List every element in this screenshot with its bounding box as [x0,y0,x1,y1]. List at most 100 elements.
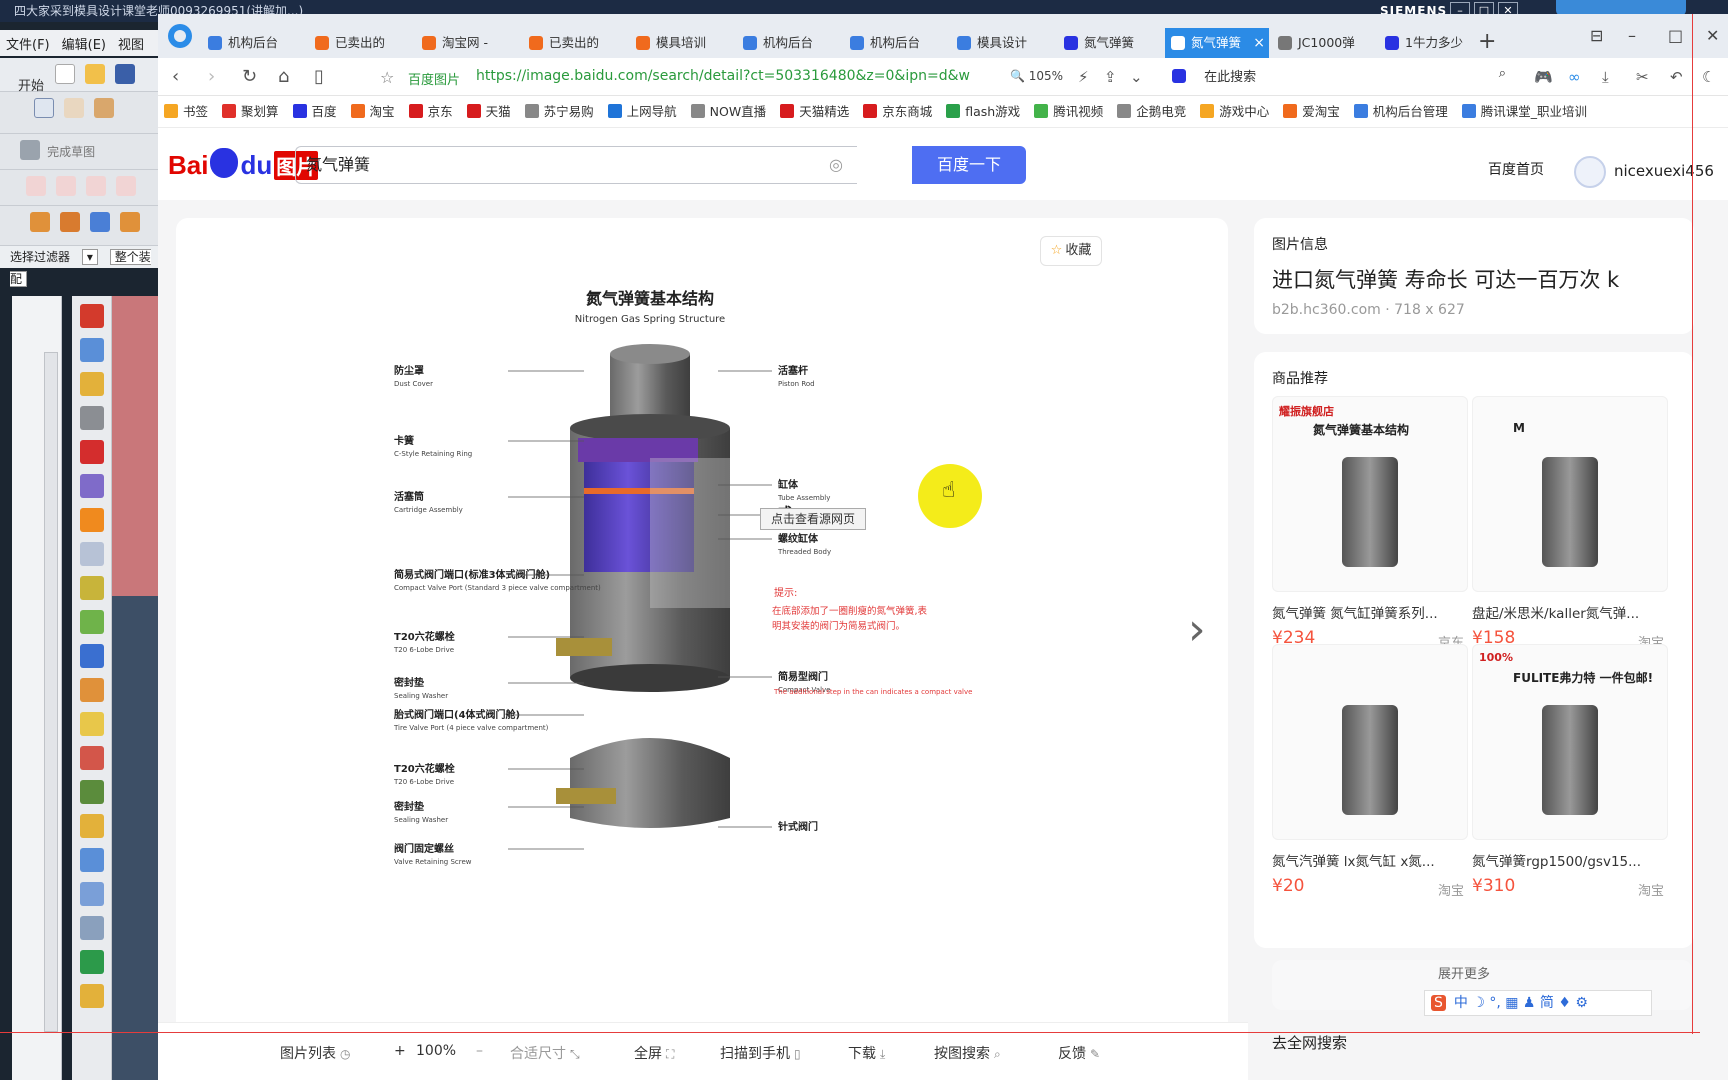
fullscreen-button[interactable]: 全屏 ⛶ [634,1043,674,1063]
bookmark-3[interactable]: 淘宝 [345,96,403,127]
ime-simplified[interactable]: 简 [1540,995,1554,1011]
navigator-scrollbar[interactable] [44,352,58,1032]
bookmark-10[interactable]: 京东商城 [857,96,940,127]
bookmark-16[interactable]: 机构后台管理 [1348,96,1456,127]
purple-cube-icon[interactable] [79,474,104,498]
tab-4[interactable]: 模具培训 [630,28,734,58]
download-button[interactable]: 下载 ⤓ [848,1043,885,1063]
collect-button[interactable]: ☆ 收藏 [1040,236,1102,266]
product-image[interactable]: 耀振旗舰店 氮气弹簧基本结构 [1272,396,1468,592]
search-input[interactable]: 氮气弹簧 ◎ [295,146,857,184]
bookmark-4[interactable]: 京东 [403,96,461,127]
fit-size-button[interactable]: 合适尺寸 ⤡ [510,1043,580,1063]
forward-icon[interactable]: › [208,66,215,87]
open-folder-icon[interactable] [85,64,106,84]
finish-sketch-label[interactable]: 完成草图 [47,145,95,159]
image-meta[interactable]: b2b.hc360.com · 718 x 627 [1272,302,1676,318]
tab-0[interactable]: 机构后台 [202,28,306,58]
all-web-search-link[interactable]: 去全网搜索 [1272,1032,1347,1053]
crosshair-icon[interactable] [79,950,104,974]
orange-flag-icon[interactable] [79,508,104,532]
image-title[interactable]: 进口氮气弹簧 寿命长 可达一百万次 k [1272,264,1676,294]
next-image-icon[interactable]: › [1188,604,1206,655]
refresh-icon[interactable]: ↻ [242,66,257,87]
chart-icon[interactable] [79,984,104,1008]
red-cube-icon[interactable] [79,440,104,464]
home-icon[interactable]: ⌂ [278,66,289,87]
bookmark-13[interactable]: 企鹅电竞 [1111,96,1194,127]
bookmark-6[interactable]: 苏宁易购 [519,96,602,127]
restore-icon[interactable]: ⊟ [1590,26,1603,45]
folder-icon[interactable] [79,712,104,736]
back-icon[interactable]: ‹ [172,66,179,87]
measure-icon[interactable] [79,644,104,668]
minimize-icon[interactable]: – [1628,26,1636,45]
tab-8[interactable]: 氮气弹簧 [1058,28,1162,58]
image-list-button[interactable]: 图片列表 ◷ [280,1043,350,1063]
pencil-tool-icon[interactable] [94,98,115,118]
camera-icon[interactable]: ◎ [829,147,843,183]
browser-search-box[interactable]: 在此搜索 ⌕ [1172,66,1512,88]
parts-icon[interactable] [79,848,104,872]
bookmark-17[interactable]: 腾讯课堂_职业培训 [1456,96,1595,127]
avatar[interactable] [1574,156,1606,188]
username[interactable]: nicexuexi456 [1614,162,1714,180]
scan-to-phone-button[interactable]: 扫描到手机 ▯ [720,1043,801,1063]
chevron-down-icon[interactable]: ▾ [81,249,98,265]
line-tool-icon[interactable] [26,176,46,196]
bookmark-11[interactable]: flash游戏 [940,96,1028,127]
cube-icon[interactable] [90,212,111,232]
zoom-in-icon[interactable]: + [394,1043,406,1059]
tab-11[interactable]: 1牛力多少 [1379,28,1483,58]
product-name[interactable]: 氮气弹簧rgp1500/gsv15... [1472,850,1672,870]
curve-icon[interactable] [79,610,104,634]
close-icon[interactable]: ✕ [1706,26,1719,45]
assembly-icon[interactable] [79,338,104,362]
tab-1[interactable]: 已卖出的 [309,28,413,58]
reader-icon[interactable]: ▯ [314,66,324,87]
part-icon[interactable] [79,304,104,328]
share-icon[interactable]: ⇪ [1104,68,1117,86]
product-card[interactable]: 100% FULITE弗力特 一件包邮! 氮气弹簧rgp1500/gsv15... ¥… [1472,644,1672,899]
url-input[interactable]: https://image.baidu.com/search/detail?ct… [476,68,996,84]
bookmark-12[interactable]: 腾讯视频 [1028,96,1111,127]
plane-tool-icon[interactable] [64,98,85,118]
section-icon[interactable] [79,746,104,770]
slash-tool-icon[interactable] [86,176,107,196]
bookmark-1[interactable]: 聚划算 [216,96,287,127]
mold-icon[interactable] [79,780,104,804]
zoom-level[interactable]: 🔍 105% [1010,69,1063,83]
tab-6[interactable]: 机构后台 [844,28,948,58]
game-icon[interactable]: 🎮 [1534,68,1553,86]
night-mode-icon[interactable]: ☾ [1702,68,1715,86]
start-menu[interactable]: 开始 [0,67,48,94]
close-tab-icon[interactable]: × [1253,28,1265,58]
reuse-icon[interactable] [79,372,104,396]
search-button[interactable]: 百度一下 [912,146,1026,184]
bookmark-8[interactable]: NOW直播 [685,96,775,127]
save-icon[interactable] [115,64,136,84]
product-image[interactable]: 100% FULITE弗力特 一件包邮! [1472,644,1668,840]
finish-sketch-icon[interactable] [20,140,40,160]
tab-3[interactable]: 已卖出的 [523,28,627,58]
mail-icon[interactable] [79,814,104,838]
browser-logo-icon[interactable] [168,24,192,48]
bookmark-5[interactable]: 天猫 [461,96,519,127]
revolve-icon[interactable] [60,212,81,232]
maximize-icon[interactable]: □ [1668,26,1683,45]
selection-filter[interactable]: 选择过滤器 ▾ 整个装配 [0,246,158,287]
new-file-icon[interactable] [55,64,76,84]
bookmark-2[interactable]: 百度 [287,96,345,127]
bookmark-15[interactable]: 爱淘宝 [1277,96,1348,127]
rectangle-tool-icon[interactable] [34,98,54,118]
menu-edit[interactable]: 编辑(E) [56,30,112,57]
box-icon[interactable] [79,678,104,702]
chevron-down-icon[interactable]: ⌄ [1130,68,1143,86]
tab-7[interactable]: 模具设计 [951,28,1055,58]
bookmark-9[interactable]: 天猫精选 [774,96,857,127]
scissors-icon[interactable]: ✂ [1636,68,1649,86]
extrude-icon[interactable] [30,212,50,232]
search-by-image-button[interactable]: 按图搜索 ⌕ [934,1043,1001,1063]
gas-spring-diagram[interactable]: 氮气弹簧基本结构 Nitrogen Gas Spring Structure 防… [388,278,988,978]
product-name[interactable]: 氮气弹簧 氮气缸弹簧系列... [1272,602,1472,622]
